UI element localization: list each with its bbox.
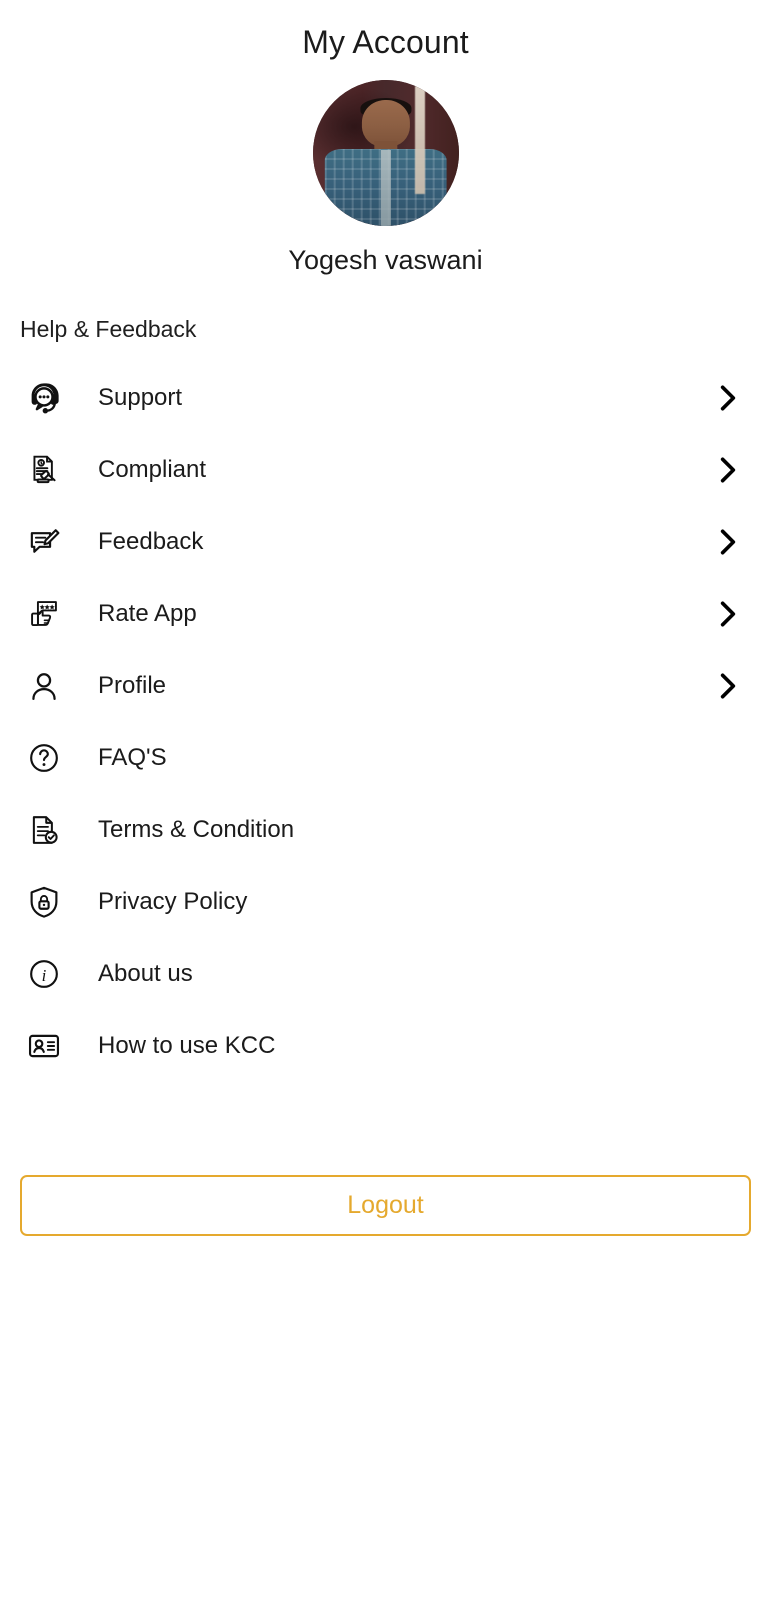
menu-row-terms-condition[interactable]: Terms & Condition bbox=[0, 794, 771, 866]
menu-row-profile[interactable]: Profile bbox=[0, 650, 771, 722]
menu-row-privacy-policy[interactable]: Privacy Policy bbox=[0, 866, 771, 938]
person-icon bbox=[22, 664, 66, 708]
menu-item-label: Privacy Policy bbox=[98, 888, 248, 915]
menu-item-label: Profile bbox=[98, 672, 167, 699]
menu-item-label: How to use KCC bbox=[98, 1032, 276, 1059]
hand-stars-rating-icon bbox=[22, 592, 66, 636]
id-card-icon bbox=[22, 1024, 66, 1068]
shield-lock-icon bbox=[22, 880, 66, 924]
svg-text:i: i bbox=[42, 966, 47, 985]
logout-button[interactable]: Logout bbox=[20, 1175, 751, 1236]
question-circle-icon bbox=[22, 736, 66, 780]
headset-support-icon bbox=[22, 376, 66, 420]
chevron-right-icon[interactable] bbox=[711, 597, 745, 631]
menu-item-label: Support bbox=[98, 384, 183, 411]
chevron-right-icon[interactable] bbox=[711, 669, 745, 703]
menu-row-feedback[interactable]: Feedback bbox=[0, 506, 771, 578]
menu-item-label: FAQ'S bbox=[98, 744, 167, 771]
avatar-head bbox=[361, 100, 410, 148]
message-pencil-icon bbox=[22, 520, 66, 564]
menu-item-label: Terms & Condition bbox=[98, 816, 295, 843]
menu-item-label: About us bbox=[98, 960, 193, 987]
avatar-shirt-placket bbox=[380, 150, 391, 226]
document-check-icon bbox=[22, 808, 66, 852]
avatar[interactable] bbox=[312, 80, 459, 226]
menu-item-label: Feedback bbox=[98, 528, 204, 555]
my-account-screen: My Account Yogesh vaswani Help & Feedbac… bbox=[0, 0, 771, 1600]
document-gavel-icon bbox=[22, 448, 66, 492]
menu-row-support[interactable]: Support bbox=[0, 362, 771, 434]
info-circle-icon: i bbox=[22, 952, 66, 996]
menu-row-faq-s[interactable]: FAQ'S bbox=[0, 722, 771, 794]
menu-row-about-us[interactable]: i About us bbox=[0, 938, 771, 1010]
avatar-photo bbox=[312, 80, 459, 226]
chevron-right-icon[interactable] bbox=[711, 381, 745, 415]
menu-list: Support Compliant Feedback Rate App Prof… bbox=[0, 362, 771, 1082]
page-title: My Account bbox=[302, 24, 469, 60]
menu-item-label: Rate App bbox=[98, 600, 197, 627]
section-title-help-feedback: Help & Feedback bbox=[20, 316, 197, 342]
chevron-right-icon[interactable] bbox=[711, 453, 745, 487]
menu-row-compliant[interactable]: Compliant bbox=[0, 434, 771, 506]
profile-name: Yogesh vaswani bbox=[288, 245, 483, 275]
menu-row-rate-app[interactable]: Rate App bbox=[0, 578, 771, 650]
chevron-right-icon[interactable] bbox=[711, 525, 745, 559]
menu-item-label: Compliant bbox=[98, 456, 207, 483]
menu-row-how-to-use-kcc[interactable]: How to use KCC bbox=[0, 1010, 771, 1082]
